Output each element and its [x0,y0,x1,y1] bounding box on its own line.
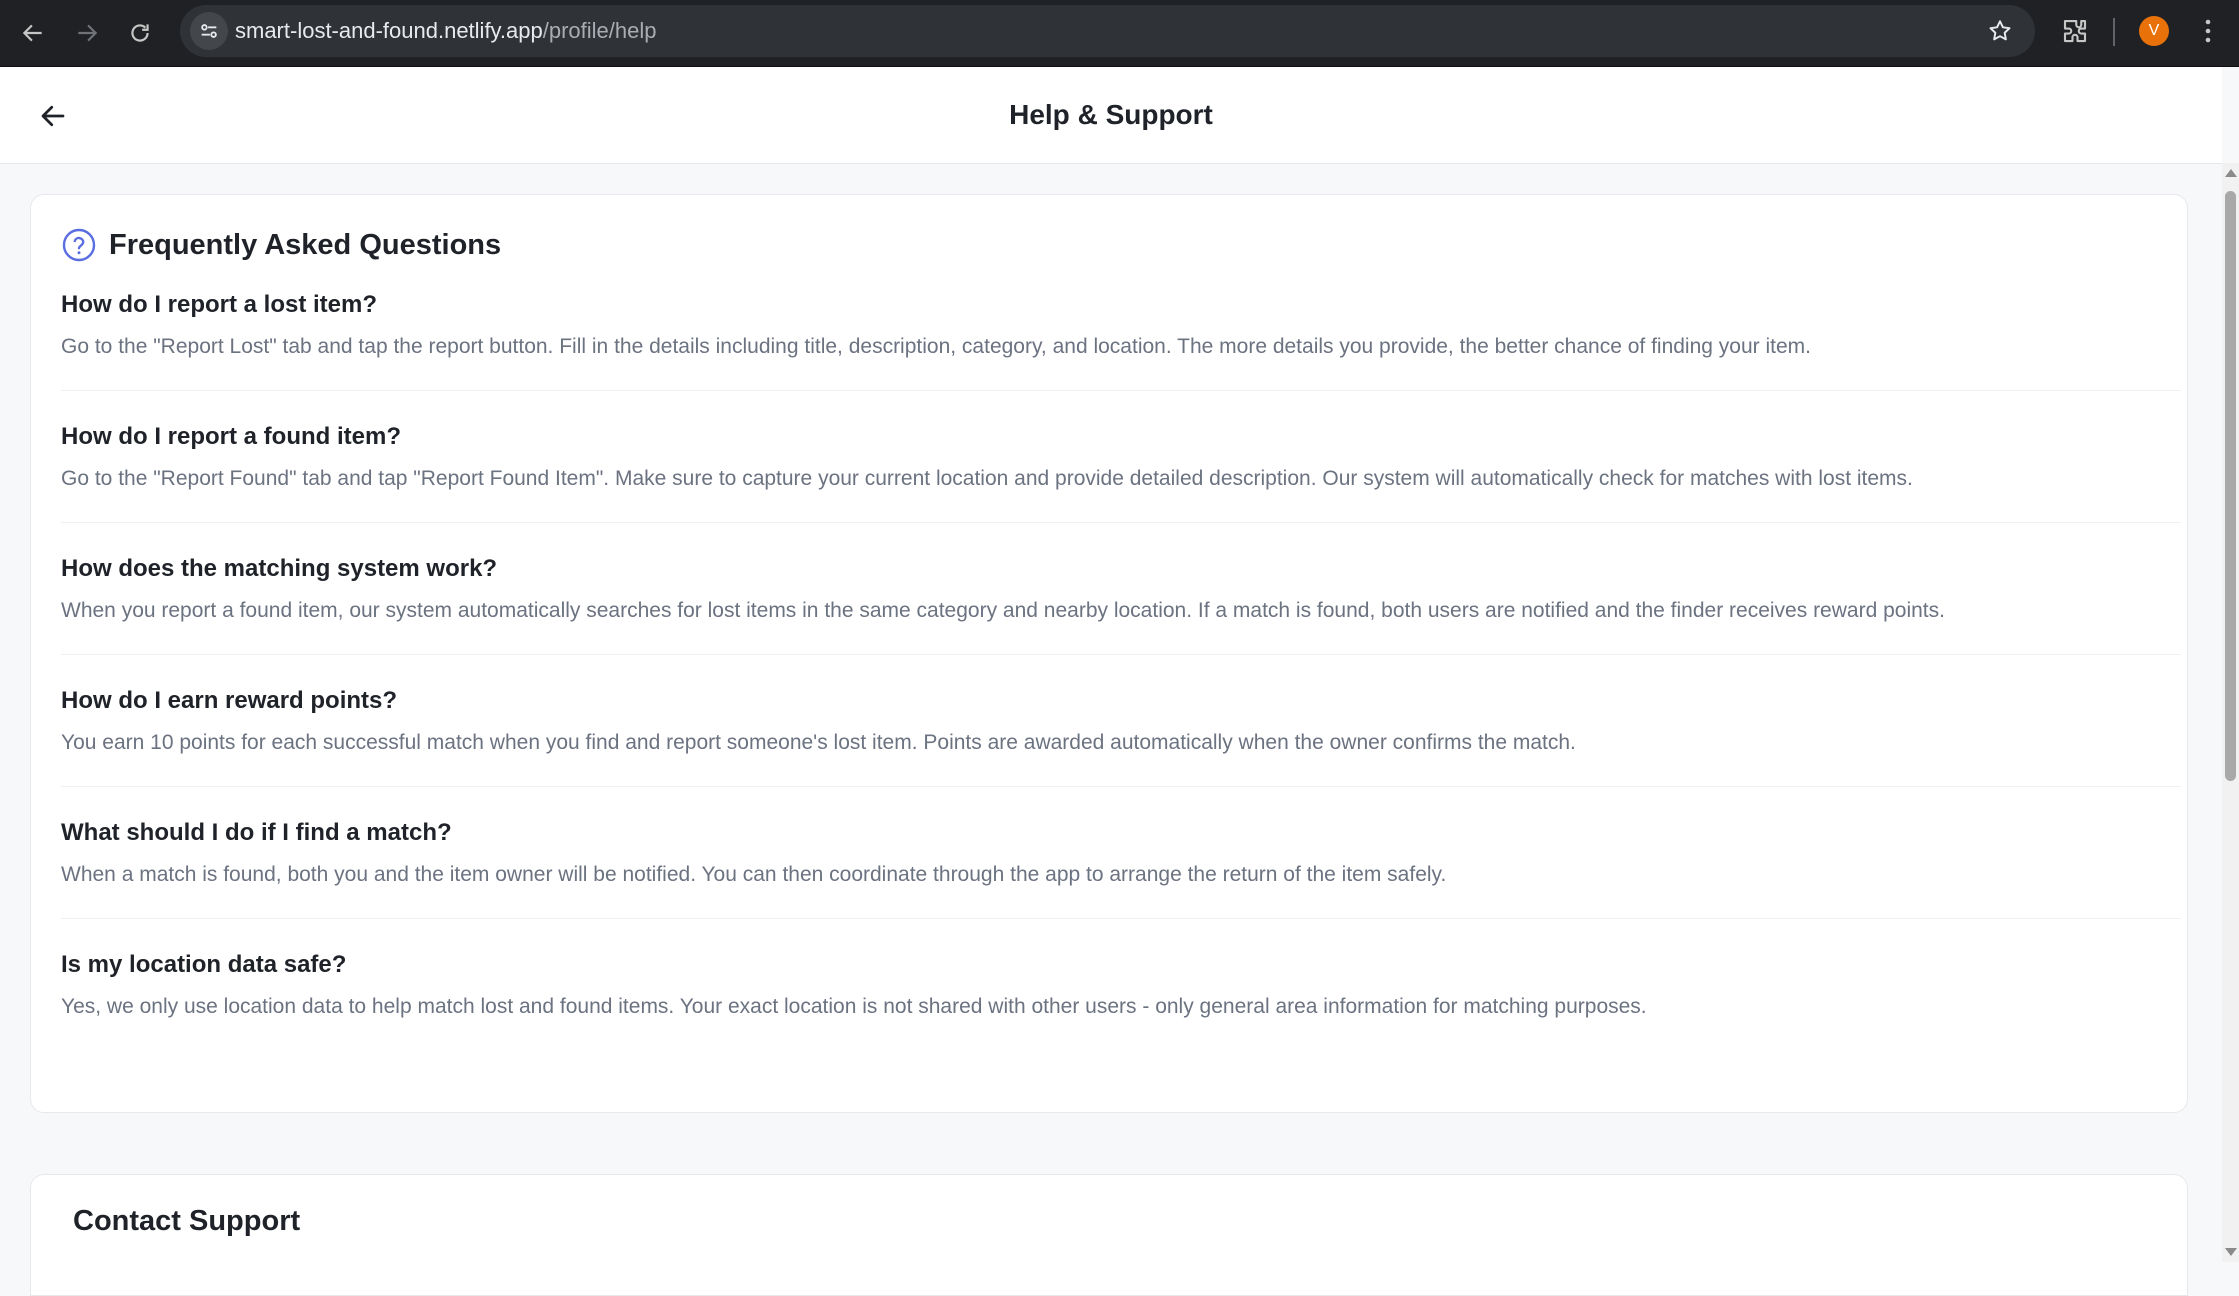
faq-question: How do I report a lost item? [61,291,378,318]
address-bar[interactable]: smart-lost-and-found.netlify.app/profile… [180,5,2035,57]
faq-divider [61,522,2181,523]
faq-answer: Go to the "Report Lost" tab and tap the … [61,335,1811,358]
page-scrollbar[interactable] [2222,163,2239,1262]
contact-support-card: Contact Support [30,1174,2188,1296]
scrollbar-thumb[interactable] [2225,191,2236,781]
url-path: /profile/help [542,18,657,43]
faq-item: What should I do if I find a match? When… [61,819,2181,951]
arrow-right-icon [78,24,98,42]
toolbar-divider [2113,18,2115,46]
faq-heading: Frequently Asked Questions [109,228,502,261]
faq-divider [61,786,2181,787]
faq-answer: When a match is found, both you and the … [61,863,1447,886]
faq-item: How does the matching system work? When … [61,555,2181,687]
url-host: smart-lost-and-found.netlify.app [235,18,543,43]
faq-question: Is my location data safe? [61,951,347,978]
arrow-left-icon [22,24,42,42]
help-circle-icon [62,228,96,262]
faq-divider [61,654,2181,655]
forward-button[interactable] [67,13,107,53]
faq-answer: Go to the "Report Found" tab and tap "Re… [61,467,1913,490]
page-header: Help & Support [0,67,2222,164]
faq-answer: You earn 10 points for each successful m… [61,731,1576,754]
faq-heading-row: Frequently Asked Questions [61,225,501,265]
scroll-down-arrow-icon[interactable] [2225,1248,2237,1256]
faq-question: How does the matching system work? [61,555,498,582]
contact-support-heading: Contact Support [73,1205,301,1237]
faq-question: What should I do if I find a match? [61,819,452,846]
url-text[interactable]: smart-lost-and-found.netlify.app/profile… [235,5,657,57]
page-title: Help & Support [1009,99,1213,130]
faq-item: How do I earn reward points? You earn 10… [61,687,2181,819]
reload-icon [131,24,149,42]
reload-button[interactable] [120,13,160,53]
scroll-up-arrow-icon[interactable] [2225,169,2237,177]
site-info-button[interactable] [190,12,228,50]
profile-avatar[interactable]: V [2139,16,2169,46]
back-button[interactable] [13,13,53,53]
faq-item: How do I report a found item? Go to the … [61,423,2181,555]
faq-card: Frequently Asked Questions How do I repo… [30,194,2188,1113]
faq-answer: When you report a found item, our system… [61,599,1945,622]
more-vert-icon[interactable] [2196,14,2220,48]
faq-question: How do I report a found item? [61,423,401,450]
faq-divider [61,390,2181,391]
faq-item: Is my location data safe? Yes, we only u… [61,951,2147,1083]
bookmark-star-icon[interactable] [1987,18,2013,44]
extensions-puzzle-icon[interactable] [2060,16,2090,46]
faq-item: How do I report a lost item? Go to the "… [61,291,2181,423]
tune-icon [201,24,217,38]
faq-question: How do I earn reward points? [61,687,398,714]
browser-toolbar: smart-lost-and-found.netlify.app/profile… [0,0,2239,67]
faq-answer: Yes, we only use location data to help m… [61,995,1647,1018]
faq-divider [61,918,2181,919]
